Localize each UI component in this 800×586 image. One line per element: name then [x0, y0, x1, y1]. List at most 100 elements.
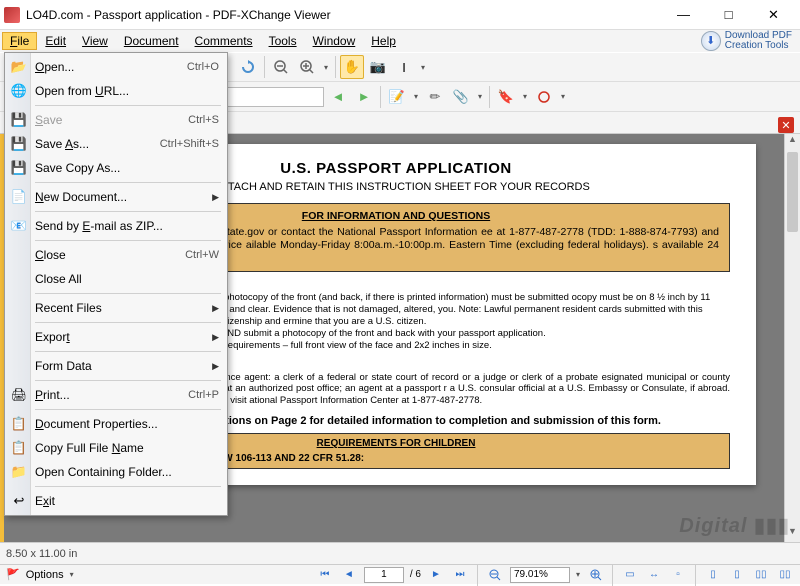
next-page-button[interactable]: ► [427, 567, 445, 583]
submenu-arrow-icon: ▶ [212, 332, 219, 343]
menubar: File Edit View Document Comments Tools W… [0, 30, 800, 52]
vertical-scrollbar[interactable]: ▲ ▼ [784, 134, 800, 542]
page-total: / 6 [410, 569, 421, 580]
menu-export[interactable]: Export ▶ [7, 325, 225, 349]
menu-tools[interactable]: Tools [261, 32, 305, 50]
menu-copy-filename[interactable]: 📋 Copy Full File Name [7, 436, 225, 460]
menu-recent-files[interactable]: Recent Files ▶ [7, 296, 225, 320]
menu-open[interactable]: 📂 Open... Ctrl+O [7, 55, 225, 79]
single-page-button[interactable]: ▯ [704, 567, 722, 583]
stamp-button[interactable]: 🔖 [494, 85, 518, 109]
bottom-bar: 🚩 Options ▾ ⏮ ◄ / 6 ► ⏭ ▾ ▭ ↔ ▫ ▯ ▯ ▯▯ ▯… [0, 564, 800, 584]
rotate-cw-button[interactable] [236, 55, 260, 79]
zoom-dropdown[interactable]: ▾ [321, 55, 331, 79]
menu-new-document[interactable]: 📄 New Document... ▶ [7, 185, 225, 209]
menu-edit[interactable]: Edit [37, 32, 74, 50]
menu-comments[interactable]: Comments [187, 32, 261, 50]
globe-icon: 🌐 [9, 81, 29, 101]
menu-form-data[interactable]: Form Data ▶ [7, 354, 225, 378]
attach-dropdown[interactable]: ▾ [475, 85, 485, 109]
window-titlebar: LO4D.com - Passport application - PDF-XC… [0, 0, 800, 30]
menu-close-all[interactable]: Close All [7, 267, 225, 291]
save-copy-icon: 💾 [9, 158, 29, 178]
close-tab-button[interactable]: ✕ [778, 117, 794, 133]
zoom-in-button[interactable] [295, 55, 319, 79]
menu-save-as[interactable]: 💾 Save As... Ctrl+Shift+S [7, 132, 225, 156]
window-title: LO4D.com - Passport application - PDF-XC… [26, 8, 661, 22]
fit-width-button[interactable]: ↔ [645, 567, 663, 583]
menu-save[interactable]: 💾 Save Ctrl+S [7, 108, 225, 132]
app-icon [4, 7, 20, 23]
continuous-button[interactable]: ▯ [728, 567, 746, 583]
save-icon: 💾 [9, 110, 29, 130]
new-doc-icon: 📄 [9, 187, 29, 207]
menu-open-url[interactable]: 🌐 Open from URL... [7, 79, 225, 103]
flag-icon: 🚩 [6, 568, 20, 581]
zoom-dropdown-bottom[interactable]: ▾ [576, 570, 580, 579]
options-button[interactable]: Options [26, 569, 64, 581]
menu-send-email[interactable]: 📧 Send by E-mail as ZIP... [7, 214, 225, 238]
close-button[interactable]: ✕ [751, 1, 796, 29]
zoom-out-bottom[interactable] [486, 567, 504, 583]
scroll-up-button[interactable]: ▲ [785, 134, 800, 150]
download-icon: ⬇ [701, 31, 721, 51]
menu-file[interactable]: File [2, 32, 37, 50]
actual-size-button[interactable]: ▫ [669, 567, 687, 583]
scroll-down-button[interactable]: ▼ [785, 526, 800, 542]
file-menu-dropdown: 📂 Open... Ctrl+O 🌐 Open from URL... 💾 Sa… [4, 52, 228, 516]
hand-tool-button[interactable]: ✋ [340, 55, 364, 79]
submenu-arrow-icon: ▶ [212, 303, 219, 314]
zoom-out-button[interactable] [269, 55, 293, 79]
snapshot-tool-button[interactable]: 📷 [366, 55, 390, 79]
page-number-input[interactable] [364, 567, 404, 583]
submenu-arrow-icon: ▶ [212, 192, 219, 203]
menu-save-copy[interactable]: 💾 Save Copy As... [7, 156, 225, 180]
download-line2: Creation Tools [725, 40, 789, 51]
zoom-input[interactable] [510, 567, 570, 583]
maximize-button[interactable]: □ [706, 1, 751, 29]
minimize-button[interactable]: — [661, 1, 706, 29]
printer-icon: 🖨 [9, 385, 29, 405]
save-as-icon: 💾 [9, 134, 29, 154]
open-shortcut: Ctrl+O [187, 61, 219, 73]
status-bar: 8.50 x 11.00 in [0, 542, 800, 564]
page-dimensions: 8.50 x 11.00 in [6, 548, 77, 560]
folder-icon: 📁 [9, 462, 29, 482]
prev-page-button[interactable]: ◄ [340, 567, 358, 583]
print-shortcut: Ctrl+P [188, 389, 219, 401]
stamp-dropdown[interactable]: ▾ [520, 85, 530, 109]
menu-document[interactable]: Document [116, 32, 187, 50]
fit-page-button[interactable]: ▭ [621, 567, 639, 583]
menu-doc-properties[interactable]: 📋 Document Properties... [7, 412, 225, 436]
facing-continuous-button[interactable]: ▯▯ [776, 567, 794, 583]
options-dropdown[interactable]: ▾ [70, 570, 74, 579]
zoom-in-bottom[interactable] [586, 567, 604, 583]
facing-button[interactable]: ▯▯ [752, 567, 770, 583]
last-page-button[interactable]: ⏭ [451, 567, 469, 583]
menu-help[interactable]: Help [363, 32, 404, 50]
email-icon: 📧 [9, 216, 29, 236]
attachment-button[interactable]: 📎 [449, 85, 473, 109]
find-prev-button[interactable]: ◄ [326, 85, 350, 109]
save-shortcut: Ctrl+S [188, 114, 219, 126]
shape-circle-button[interactable] [532, 85, 556, 109]
sticky-note-button[interactable]: 📝 [385, 85, 409, 109]
menu-view[interactable]: View [74, 32, 116, 50]
menu-open-folder[interactable]: 📁 Open Containing Folder... [7, 460, 225, 484]
download-pdf-tools-button[interactable]: ⬇ Download PDFCreation Tools [695, 29, 798, 53]
close-shortcut: Ctrl+W [185, 249, 219, 261]
highlight-button[interactable]: ✏ [423, 85, 447, 109]
exit-icon: ↩ [9, 491, 29, 511]
menu-exit[interactable]: ↩ Exit [7, 489, 225, 513]
sticky-dropdown[interactable]: ▾ [411, 85, 421, 109]
first-page-button[interactable]: ⏮ [316, 567, 334, 583]
menu-close[interactable]: Close Ctrl+W [7, 243, 225, 267]
select-dropdown[interactable]: ▾ [418, 55, 428, 79]
properties-icon: 📋 [9, 414, 29, 434]
shape-dropdown[interactable]: ▾ [558, 85, 568, 109]
find-next-button[interactable]: ► [352, 85, 376, 109]
scroll-thumb[interactable] [787, 152, 798, 232]
menu-print[interactable]: 🖨 Print... Ctrl+P [7, 383, 225, 407]
select-tool-button[interactable]: I [392, 55, 416, 79]
menu-window[interactable]: Window [305, 32, 364, 50]
